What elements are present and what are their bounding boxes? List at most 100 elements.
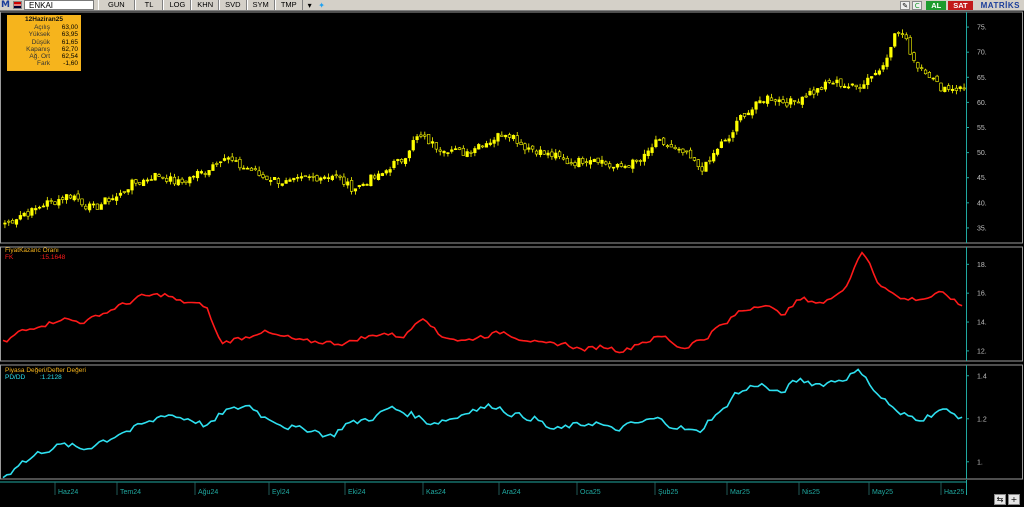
candle-body (199, 171, 203, 174)
candle-body (149, 179, 153, 181)
candle-body (796, 101, 801, 104)
candle-body (523, 143, 527, 151)
candle-body (303, 175, 307, 178)
candle-body (877, 70, 881, 75)
candle-body (284, 180, 288, 184)
x-tick-label: Haz24 (58, 489, 78, 496)
candle-body (407, 150, 411, 159)
candle-body (342, 176, 346, 185)
fk-pane-title: FiyatKazanc Oranı (5, 247, 59, 254)
y-tick-label: 18. (977, 262, 987, 269)
candle-body (558, 151, 562, 157)
candle-body (823, 81, 828, 90)
candle-body (735, 120, 739, 132)
candle-body (608, 163, 612, 168)
zoom-icon[interactable]: + (1008, 494, 1020, 505)
candle-body (885, 57, 889, 67)
y-tick-label: 35. (977, 225, 987, 232)
candle-body (592, 158, 596, 163)
candle-body (927, 72, 932, 78)
candle-body (642, 153, 646, 162)
candle-body (461, 147, 465, 156)
candle-body (37, 206, 42, 209)
candle-body (839, 78, 843, 87)
fk-line (2, 251, 963, 354)
candle-body (307, 176, 311, 178)
candle-body (708, 160, 712, 162)
candle-body (561, 157, 566, 160)
candle-body (785, 102, 789, 107)
candle-body (739, 115, 743, 121)
candle-body (519, 141, 523, 145)
candle-body (665, 145, 670, 147)
candle-body (646, 150, 650, 157)
candle-body (99, 204, 103, 210)
candle-body (134, 179, 138, 184)
candle-body (319, 177, 323, 181)
candle-body (280, 183, 284, 186)
candle-body (11, 220, 15, 224)
candle-body (712, 153, 716, 162)
pddd-pane-title: Piyasa Değeri/Defter Değeri (5, 367, 86, 374)
y-tick-label: 70. (977, 50, 987, 57)
x-tick-label: Şub25 (658, 489, 678, 496)
ohlc-info-box: 12Haziran25 Açılış 63,00 Yüksek 63,95 Düşü… (6, 14, 82, 72)
candle-body (22, 212, 26, 217)
candle-body (14, 219, 19, 225)
candle-body (396, 159, 400, 162)
x-tick-label: Eyl24 (272, 489, 290, 496)
candle-body (311, 175, 315, 178)
candle-body (939, 82, 943, 92)
candle-body (758, 100, 762, 104)
y-tick-label: 1.2 (977, 416, 987, 423)
candle-body (943, 86, 947, 92)
info-row-value: 61,65 (61, 38, 78, 46)
candle-body (76, 193, 80, 200)
candle-body (504, 134, 508, 138)
candle-body (450, 149, 454, 152)
link-icon[interactable]: ⇆ (994, 494, 1006, 505)
candle-body (500, 134, 504, 137)
candle-body (157, 174, 161, 177)
candle-body (176, 179, 180, 186)
candle-body (870, 76, 874, 79)
candle-body (750, 109, 754, 116)
y-tick-label: 16. (977, 291, 987, 298)
info-row-label: Açılış (34, 24, 50, 31)
candle-body (172, 176, 177, 185)
candle-body (692, 157, 697, 161)
x-tick-label: Nis25 (802, 489, 820, 496)
candle-body (145, 179, 150, 182)
candle-body (581, 158, 585, 164)
candle-body (527, 147, 531, 150)
candle-body (862, 84, 866, 89)
candle-body (627, 165, 631, 168)
info-row: Fark -1,60 (10, 60, 78, 67)
chart-canvas[interactable]: 35. 40. 45. 50. 55. 60. 65. 70. 75. 12. 14. 16. 18. 1… (0, 0, 1024, 507)
candle-body (577, 158, 581, 168)
info-row-value: 63,95 (61, 31, 78, 39)
candle-body (908, 37, 912, 55)
candle-body (923, 69, 928, 75)
candle-body (103, 197, 107, 205)
bottom-controls: ⇆ + (992, 494, 1020, 506)
candle-body (7, 220, 11, 223)
info-row-label: Düşük (31, 38, 50, 46)
candle-body (912, 52, 916, 61)
candle-body (781, 99, 785, 104)
candle-body (238, 159, 242, 169)
candle-body (615, 163, 619, 168)
x-tick-label: May25 (872, 489, 893, 496)
info-row: Düşük 61,65 (10, 39, 78, 46)
candle-body (130, 179, 134, 191)
candle-body (30, 208, 34, 216)
candle-body (773, 99, 777, 102)
candle-body (565, 158, 569, 165)
info-row-label: Fark (37, 60, 50, 68)
candle-body (584, 161, 589, 163)
candle-body (507, 134, 512, 138)
x-tick-label: Haz25 (944, 489, 964, 496)
candle-body (427, 134, 431, 145)
candle-body (619, 163, 623, 167)
candle-body (49, 200, 53, 202)
